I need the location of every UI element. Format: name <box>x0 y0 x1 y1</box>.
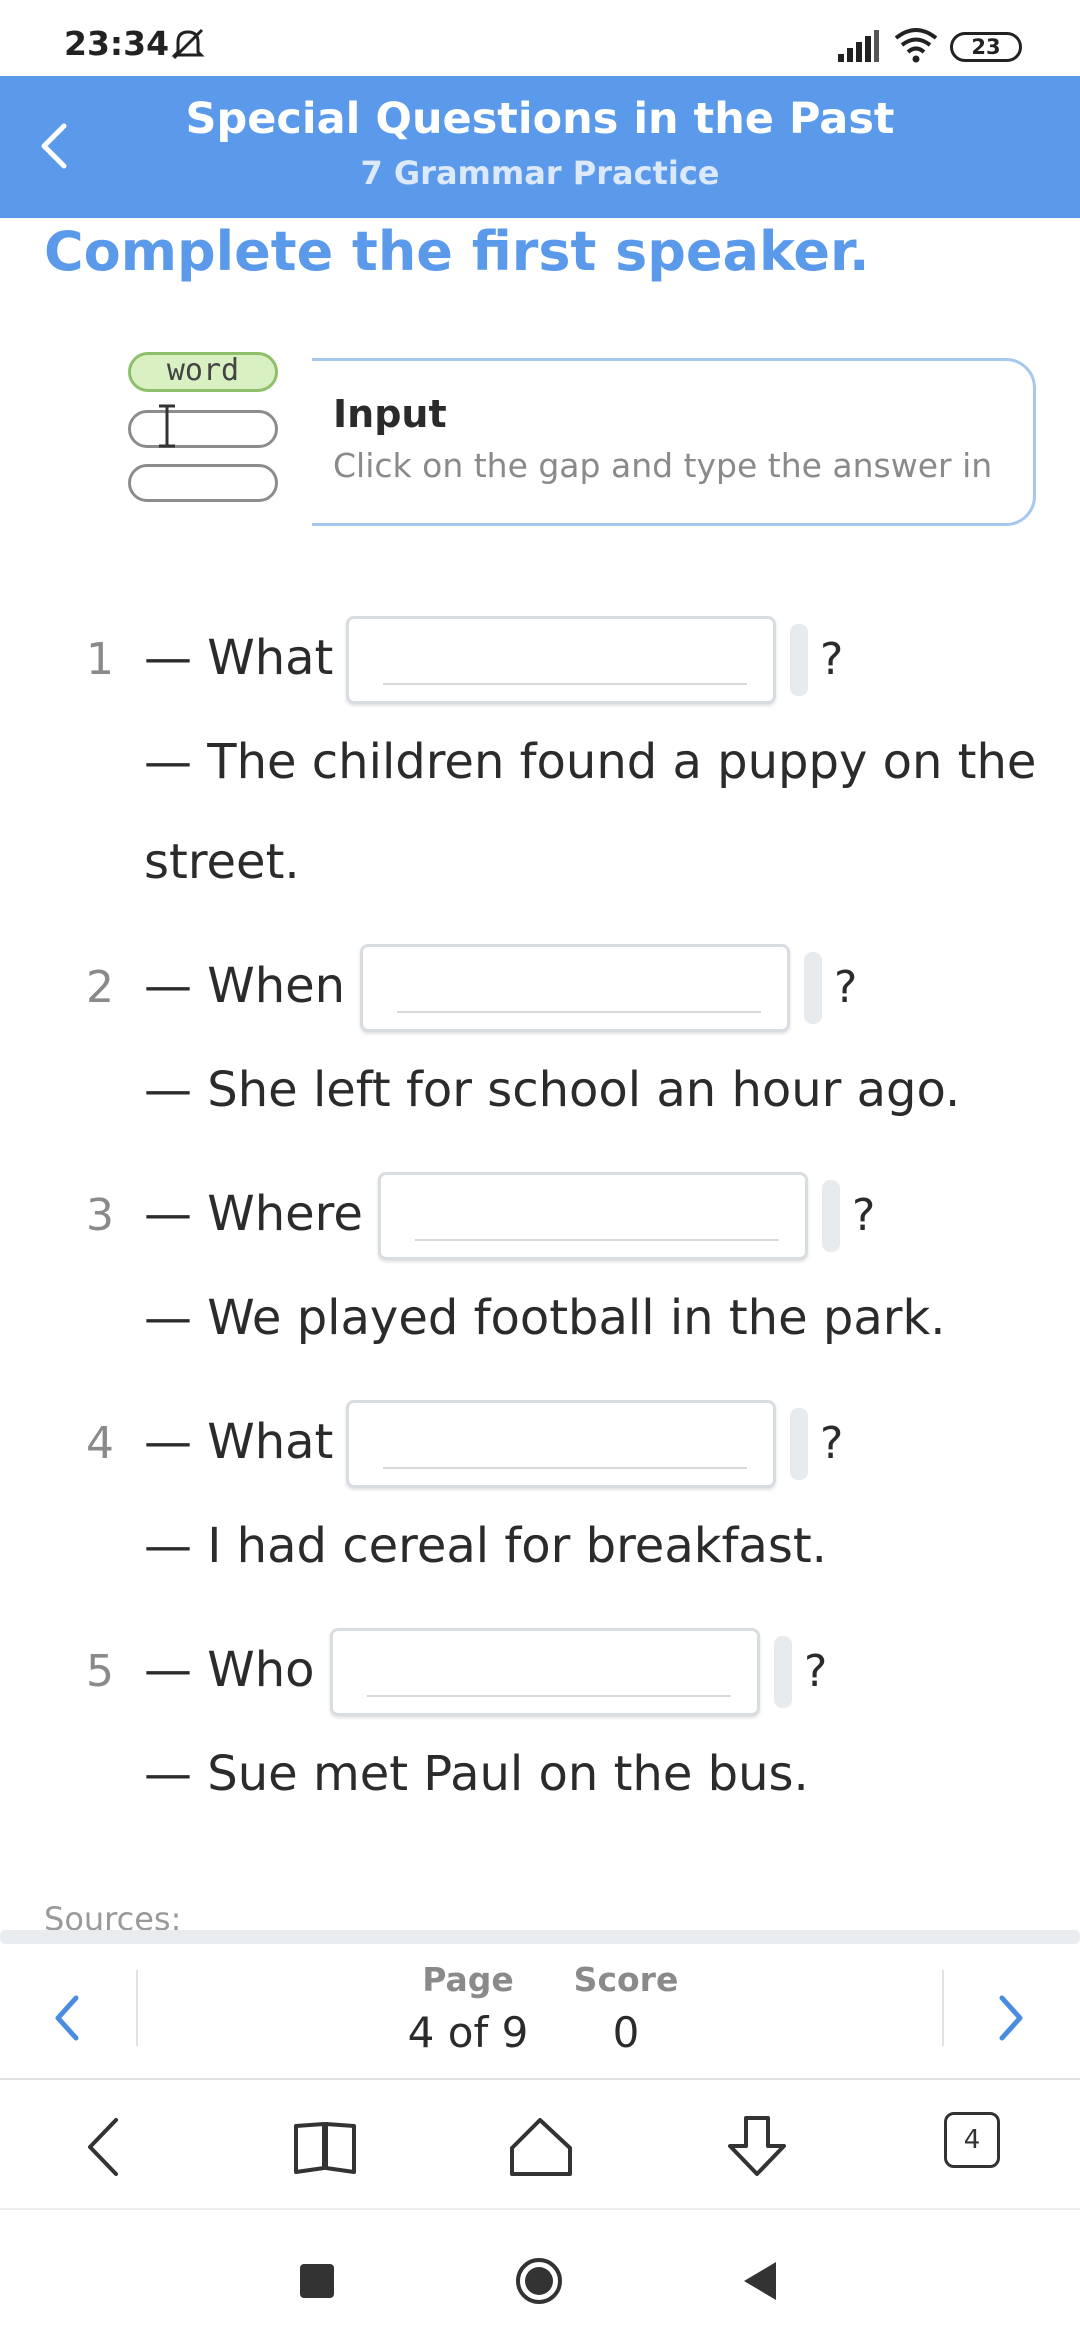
question-prefix: — Where <box>144 1186 363 1242</box>
score-value: 0 <box>612 2008 640 2057</box>
question-prefix: — Who <box>144 1642 315 1698</box>
response-text: — Sue met Paul on the bus. <box>144 1746 809 1802</box>
prev-page-chevron-icon[interactable] <box>48 1988 88 2048</box>
pager-divider <box>0 1930 1080 1944</box>
response-text: — The children found a puppy on the <box>144 734 1037 790</box>
gap-handle <box>790 624 808 696</box>
task-heading: Complete the first speaker. <box>44 220 870 283</box>
text-cursor-icon <box>159 404 175 448</box>
home-circle-icon[interactable] <box>514 2256 564 2306</box>
answer-gap-input[interactable] <box>378 1172 808 1260</box>
browser-toolbar: 4 <box>0 2080 1080 2210</box>
answer-gap-input[interactable] <box>346 616 776 704</box>
question-mark: ? <box>834 962 858 1013</box>
page-label: Page <box>422 1960 514 1999</box>
word-pill: word <box>128 352 278 392</box>
input-hint-illustration: word <box>44 340 312 540</box>
battery-indicator: 23 <box>950 32 1022 62</box>
back-triangle-icon[interactable] <box>736 2256 786 2306</box>
page-subtitle: 7 Grammar Practice <box>360 154 720 192</box>
response-text-continued: street. <box>144 834 300 890</box>
question-number: 1 <box>86 634 114 685</box>
blank-line-icon <box>128 464 278 502</box>
wifi-icon <box>894 28 938 63</box>
answer-gap-input[interactable] <box>346 1400 776 1488</box>
gap-handle <box>790 1408 808 1480</box>
response-text: — We played football in the park. <box>144 1290 946 1346</box>
response-text: — She left for school an hour ago. <box>144 1062 961 1118</box>
question-number: 4 <box>86 1418 114 1469</box>
gap-handle <box>804 952 822 1024</box>
question-mark: ? <box>852 1190 876 1241</box>
signal-icon <box>838 30 879 62</box>
hint-title: Input <box>333 392 447 436</box>
status-bar: 23:34 23 <box>0 0 1080 76</box>
home-icon[interactable] <box>506 2112 576 2182</box>
book-icon[interactable] <box>290 2112 360 2182</box>
answer-gap-input[interactable] <box>330 1628 760 1716</box>
gap-handle <box>774 1636 792 1708</box>
question-number: 5 <box>86 1646 114 1697</box>
answer-gap-input[interactable] <box>360 944 790 1032</box>
question-mark: ? <box>820 634 844 685</box>
system-navigation-bar <box>0 2210 1080 2340</box>
download-icon[interactable] <box>722 2112 792 2182</box>
response-text: — I had cereal for breakfast. <box>144 1518 827 1574</box>
next-page-chevron-icon[interactable] <box>990 1988 1030 2048</box>
pager-separator <box>136 1970 138 2046</box>
question-number: 2 <box>86 962 114 1013</box>
app-header: Special Questions in the Past 7 Grammar … <box>0 76 1080 218</box>
pager: Page 4 of 9 Score 0 <box>0 1944 1080 2080</box>
question-mark: ? <box>820 1418 844 1469</box>
hint-description: Click on the gap and type the answer in <box>333 446 993 485</box>
blank-line-icon <box>128 410 278 448</box>
page-title: Special Questions in the Past <box>185 94 895 144</box>
question-mark: ? <box>804 1646 828 1697</box>
tabs-count-button[interactable]: 4 <box>944 2112 1000 2168</box>
question-prefix: — What <box>144 630 334 686</box>
question-number: 3 <box>86 1190 114 1241</box>
recents-square-icon[interactable] <box>292 2256 342 2306</box>
bell-muted-icon <box>171 28 205 60</box>
question-prefix: — What <box>144 1414 334 1470</box>
score-label: Score <box>573 1960 679 1999</box>
status-time: 23:34 <box>64 24 170 63</box>
page-value: 4 of 9 <box>407 2008 529 2057</box>
pager-separator <box>942 1970 944 2046</box>
browser-back-icon[interactable] <box>72 2112 142 2182</box>
gap-handle <box>822 1180 840 1252</box>
question-prefix: — When <box>144 958 346 1014</box>
